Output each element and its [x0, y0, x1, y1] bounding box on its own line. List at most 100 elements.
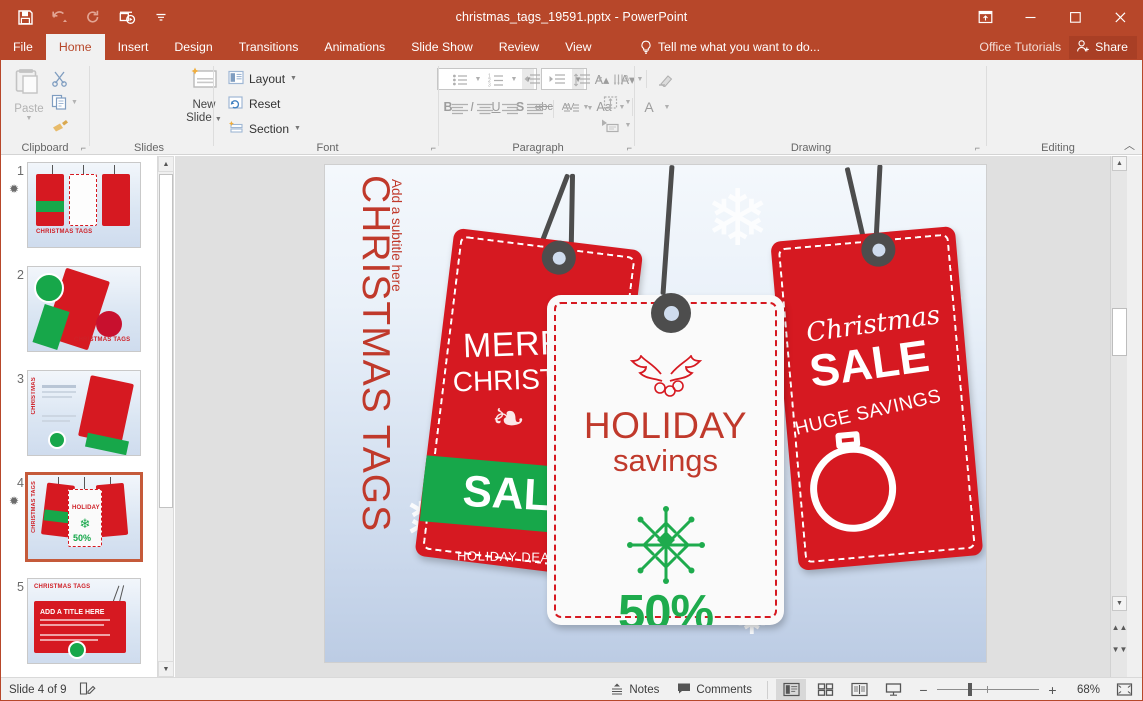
thumbnail-pane-scrollbar[interactable]: ▲ ▼: [158, 156, 174, 677]
tag-center-body: HOLIDAY savings: [547, 295, 784, 625]
thumbnail-image[interactable]: CHRISTMAS TAGS: [27, 162, 141, 248]
zoom-out-button[interactable]: −: [917, 682, 930, 698]
normal-view-button[interactable]: [776, 679, 806, 701]
numbering-caret[interactable]: ▼: [509, 76, 519, 83]
thumbnail-scroll-thumb[interactable]: [159, 174, 173, 508]
next-slide-icon[interactable]: ▼▼: [1112, 641, 1127, 657]
thumbnail-image[interactable]: CHRISTMAS: [27, 370, 141, 456]
zoom-slider-handle[interactable]: [968, 683, 972, 696]
zoom-level[interactable]: 68%: [1066, 684, 1100, 696]
format-painter-button[interactable]: [48, 114, 94, 138]
copy-button[interactable]: ▼: [48, 90, 94, 114]
align-text-caret[interactable]: ▼: [623, 99, 633, 106]
close-icon[interactable]: [1098, 0, 1143, 34]
tab-transitions[interactable]: Transitions: [226, 34, 312, 60]
collapse-ribbon-icon[interactable]: ︿: [1124, 137, 1135, 153]
ribbon-group-paragraph: ▼ 123 ▼ ▼ A ▼: [440, 60, 636, 155]
previous-slide-icon[interactable]: ▲▲: [1112, 619, 1127, 635]
tab-home[interactable]: Home: [46, 34, 105, 60]
thumbnail-slide-4[interactable]: 4 ✹ CHRISTMAS TAGS HOLIDAY ❄ 50%: [0, 472, 158, 578]
thumbnail-scroll-up-icon[interactable]: ▲: [158, 156, 174, 172]
thumbnail-image-selected[interactable]: CHRISTMAS TAGS HOLIDAY ❄ 50%: [25, 472, 143, 562]
slide-show-view-button[interactable]: [878, 679, 908, 701]
justify-button[interactable]: [523, 97, 547, 120]
bullets-caret[interactable]: ▼: [473, 76, 483, 83]
thumbnail-number: 4: [6, 476, 24, 490]
bullets-button[interactable]: [448, 68, 472, 91]
columns-button[interactable]: [560, 97, 584, 120]
slide-canvas-area[interactable]: ❄ ❄ ❄ ❄ ❄ CHRISTMAS TAGS Add a subtitle …: [175, 156, 1110, 677]
drawing-dialog-launcher[interactable]: ⌐: [975, 144, 980, 153]
tell-me-search[interactable]: Tell me what you want to do...: [640, 34, 820, 60]
paste-button[interactable]: Paste ▼: [8, 66, 50, 122]
office-tutorials-link[interactable]: Office Tutorials: [979, 40, 1061, 54]
reading-view-button[interactable]: [844, 679, 874, 701]
thumbnail-image[interactable]: CHRISTMAS TAGS ADD A TITLE HERE: [27, 578, 141, 664]
scroll-down-icon[interactable]: ▼: [1112, 596, 1127, 611]
tab-animations[interactable]: Animations: [311, 34, 398, 60]
line-spacing-button[interactable]: [570, 68, 594, 91]
align-left-button[interactable]: [448, 97, 472, 120]
convert-to-smartart-button[interactable]: [598, 114, 622, 137]
ornament-cap-icon: [835, 431, 860, 449]
tab-design[interactable]: Design: [161, 34, 225, 60]
notes-page-icon[interactable]: [79, 681, 97, 699]
thumbnail-image[interactable]: CHRISTMAS TAGS: [27, 266, 141, 352]
tab-view[interactable]: View: [552, 34, 604, 60]
tag-string: [569, 174, 575, 252]
fit-to-window-button[interactable]: [1109, 679, 1139, 701]
group-separator: [213, 66, 214, 146]
copy-dropdown-caret[interactable]: ▼: [71, 99, 78, 106]
notes-button[interactable]: Notes: [603, 679, 666, 701]
ribbon-display-options-icon[interactable]: [962, 0, 1008, 34]
increase-indent-button[interactable]: [545, 68, 569, 91]
thumbnail-scroll-down-icon[interactable]: ▼: [158, 661, 174, 677]
paste-dropdown-caret[interactable]: ▼: [26, 115, 33, 122]
center-button[interactable]: [473, 97, 497, 120]
lightbulb-icon: [640, 40, 652, 55]
slide-indicator[interactable]: Slide 4 of 9: [9, 684, 67, 696]
canvas-vertical-scrollbar[interactable]: ▲ ▼ ▲▲ ▼▼: [1110, 156, 1127, 677]
thumbnail-slide-1[interactable]: 1 ✹ CHRISTMAS TAGS: [0, 160, 158, 266]
scroll-up-icon[interactable]: ▲: [1112, 156, 1127, 171]
zoom-control[interactable]: − + 68%: [912, 682, 1105, 698]
thumbnail-slide-3[interactable]: 3 CHRISTMAS: [0, 368, 158, 474]
slide-subtitle[interactable]: Add a subtitle here: [389, 179, 404, 292]
paragraph-row-bottom: ▼: [448, 97, 595, 120]
line-spacing-caret[interactable]: ▼: [595, 76, 605, 83]
align-right-button[interactable]: [498, 97, 522, 120]
decrease-indent-button[interactable]: [520, 68, 544, 91]
group-title-editing: Editing: [988, 142, 1128, 154]
thumbnail-slide-2[interactable]: 2 CHRISTMAS TAGS: [0, 264, 158, 370]
tab-file[interactable]: File: [0, 34, 46, 60]
tab-slide-show[interactable]: Slide Show: [398, 34, 486, 60]
tag-center[interactable]: HOLIDAY savings: [547, 247, 792, 662]
minimize-icon[interactable]: [1008, 0, 1053, 34]
cut-button[interactable]: [48, 66, 94, 90]
tab-review[interactable]: Review: [486, 34, 552, 60]
zoom-in-button[interactable]: +: [1046, 682, 1059, 698]
slide-thumbnail-pane[interactable]: 1 ✹ CHRISTMAS TAGS 2 CHRISTMAS: [0, 156, 158, 677]
text-direction-button[interactable]: A: [610, 68, 634, 91]
thumbnail-slide-5[interactable]: 5 CHRISTMAS TAGS ADD A TITLE HERE: [0, 576, 158, 677]
paragraph-dialog-launcher[interactable]: ⌐: [627, 144, 632, 153]
font-dialog-launcher[interactable]: ⌐: [431, 144, 436, 153]
zoom-slider[interactable]: [937, 683, 1039, 697]
slide-sorter-view-button[interactable]: [810, 679, 840, 701]
clipboard-dialog-launcher[interactable]: ⌐: [81, 144, 86, 153]
maximize-icon[interactable]: [1053, 0, 1098, 34]
align-text-button[interactable]: [598, 91, 622, 114]
columns-caret[interactable]: ▼: [585, 105, 595, 112]
convert-to-smartart-caret[interactable]: ▼: [623, 122, 633, 129]
mini-slide-art: CHRISTMAS TAGS: [28, 163, 140, 247]
window-controls: [962, 0, 1143, 34]
slide-editing-surface[interactable]: ❄ ❄ ❄ ❄ ❄ CHRISTMAS TAGS Add a subtitle …: [325, 165, 986, 662]
tag-grommet: [651, 293, 691, 333]
animation-star-icon: ✹: [9, 494, 19, 508]
share-button[interactable]: Share: [1069, 36, 1137, 59]
divider: [553, 100, 554, 118]
comments-button[interactable]: Comments: [670, 679, 759, 701]
tab-insert[interactable]: Insert: [105, 34, 162, 60]
numbering-button[interactable]: 123: [484, 68, 508, 91]
scroll-thumb[interactable]: [1112, 308, 1127, 356]
